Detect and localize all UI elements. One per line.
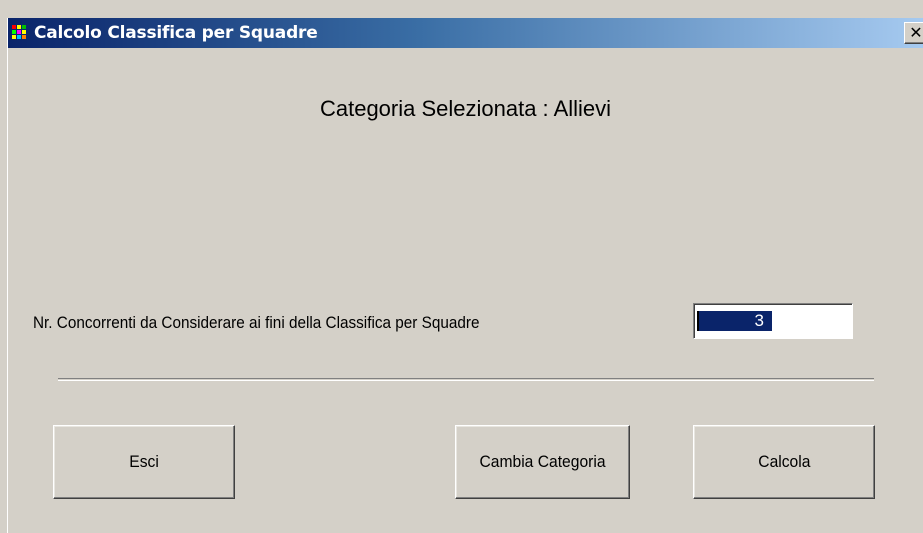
close-icon: ✕: [909, 23, 923, 42]
window-title: Calcolo Classifica per Squadre: [34, 23, 318, 43]
competitors-count-label: Nr. Concorrenti da Considerare ai fini d…: [33, 313, 480, 332]
exit-button-label: Esci: [129, 452, 159, 471]
exit-button[interactable]: Esci: [53, 425, 235, 499]
calculate-button-label: Calcola: [757, 452, 811, 471]
title-bar[interactable]: Calcolo Classifica per Squadre ✕: [8, 18, 923, 48]
calculate-button[interactable]: Calcola: [693, 425, 875, 499]
close-button[interactable]: ✕: [904, 22, 923, 44]
change-category-button[interactable]: Cambia Categoria: [455, 425, 630, 499]
dialog-window: Calcolo Classifica per Squadre ✕ Categor…: [0, 0, 923, 533]
competitors-count-input[interactable]: 3: [693, 303, 853, 339]
selected-category-heading: Categoria Selezionata : Allievi: [319, 96, 612, 121]
separator-line: [58, 378, 874, 381]
competitors-count-value: 3: [699, 311, 772, 331]
change-category-button-label: Cambia Categoria: [479, 452, 606, 471]
team-ranking-icon: [12, 24, 30, 42]
